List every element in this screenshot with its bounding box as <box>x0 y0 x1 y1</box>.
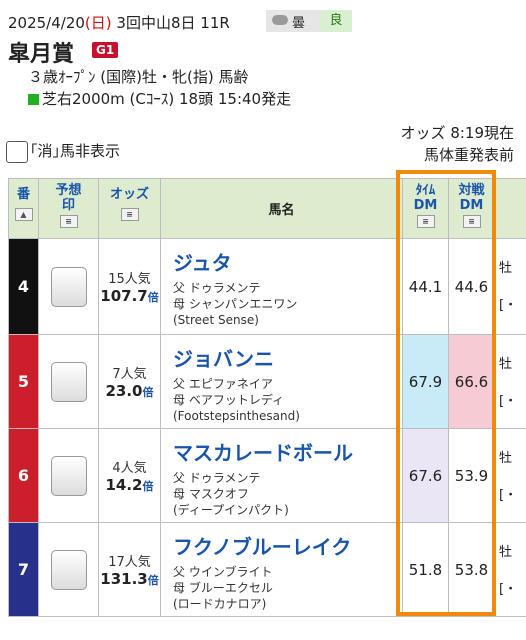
odds-cell: 15人気 107.7倍 <box>98 238 161 335</box>
mark-cell <box>38 238 99 335</box>
odds-value: 23.0 <box>105 382 143 400</box>
sire: 父 エピファネイア <box>173 377 273 391</box>
broodmare-sire: (Street Sense) <box>173 313 259 327</box>
turf-icon <box>28 94 39 105</box>
sort-asc-icon[interactable]: ▲ <box>14 208 33 221</box>
sex-cell: 牡 [・ <box>494 238 526 335</box>
race-weekday: (日) <box>84 14 112 32</box>
col-time-dm-header[interactable]: ﾀｲﾑDM ≡ <box>402 178 449 239</box>
odds-value: 131.3 <box>100 570 148 588</box>
horse-name-link[interactable]: ジョバンニ <box>173 343 402 372</box>
horse-cell: マスカレードボール父 ドゥラメンテ母 マスクオフ (ディープインパクト) <box>160 428 403 523</box>
sex-cell: 牡 [・ <box>494 428 526 523</box>
horse-cell: ジョバンニ父 エピファネイア母 ベアフットレディ (Footstepsinthes… <box>160 334 403 429</box>
table-row: 4 15人気 107.7倍 ジュタ父 ドゥラメンテ母 シャンパンエニワン (Stre… <box>8 238 526 335</box>
odds-cell: 4人気 14.2倍 <box>98 428 161 523</box>
col-odds-header[interactable]: オッズ ≡ <box>98 178 161 239</box>
col-match-dm-header[interactable]: 対戦DM ≡ <box>448 178 495 239</box>
ground-condition: 良 <box>320 10 352 32</box>
time-dm: 51.8 <box>402 522 449 617</box>
prediction-mark-button[interactable] <box>50 266 87 307</box>
hide-scratched-toggle[interactable]: ｢消｣馬非表示 <box>6 140 120 163</box>
match-dm: 44.6 <box>448 238 495 335</box>
prediction-mark-button[interactable] <box>50 361 87 402</box>
dam: 母 ブルーエクセル <box>173 581 273 595</box>
broodmare-sire: (Footstepsinthesand) <box>173 409 300 423</box>
col-num-header[interactable]: 番 ▲ <box>8 178 39 239</box>
weight-status: 馬体重発表前 <box>423 146 514 164</box>
popularity: 15人気 <box>108 272 151 287</box>
broodmare-sire: (ディープインパクト) <box>173 503 289 517</box>
time-dm: 67.6 <box>402 428 449 523</box>
odds-value: 107.7 <box>100 287 148 305</box>
cloud-icon <box>272 15 288 25</box>
sire: 父 ドゥラメンテ <box>173 471 261 485</box>
horse-number: 6 <box>8 428 39 523</box>
time-dm: 67.9 <box>402 334 449 429</box>
horse-cell: ジュタ父 ドゥラメンテ母 シャンパンエニワン (Street Sense) <box>160 238 403 335</box>
race-title: 皐月賞 <box>8 42 75 67</box>
sire: 父 ウインブライト <box>173 565 273 579</box>
race-meeting: 3回中山8日 <box>116 14 196 32</box>
odds-cell: 7人気 23.0倍 <box>98 334 161 429</box>
horse-name-link[interactable]: フクノブルーレイク <box>173 531 402 560</box>
horse-name-link[interactable]: マスカレードボール <box>173 437 402 466</box>
race-conditions: ３歳ｵｰﾌﾟﾝ (国際)牡・牝(指) 馬齢 <box>28 68 249 86</box>
popularity: 17人気 <box>108 555 151 570</box>
col-extra-header <box>494 178 526 239</box>
horse-number: 4 <box>8 238 39 335</box>
horse-number: 7 <box>8 522 39 617</box>
col-mark-header[interactable]: 予想印 ≡ <box>38 178 99 239</box>
menu-icon[interactable]: ≡ <box>59 215 78 228</box>
dam: 母 シャンパンエニワン <box>173 297 298 311</box>
sire: 父 ドゥラメンテ <box>173 281 261 295</box>
broodmare-sire: (ロードカナロア) <box>173 597 267 611</box>
mark-cell <box>38 334 99 429</box>
sex-cell: 牡 [・ <box>494 334 526 429</box>
table-row: 5 7人気 23.0倍 ジョバンニ父 エピファネイア母 ベアフットレディ (Foot… <box>8 334 526 429</box>
odds-cell: 17人気 131.3倍 <box>98 522 161 617</box>
odds-timestamp: オッズ 8:19現在 <box>400 124 514 142</box>
table-row: 6 4人気 14.2倍 マスカレードボール父 ドゥラメンテ母 マスクオフ (ディープ… <box>8 428 526 523</box>
entries-table: 番 ▲ 予想印 ≡ オッズ ≡ 馬名 ﾀｲﾑDM ≡ 対戦DM ≡ 4 15人気 107.7… <box>8 178 526 617</box>
prediction-mark-button[interactable] <box>50 549 87 590</box>
match-dm: 53.9 <box>448 428 495 523</box>
match-dm: 66.6 <box>448 334 495 429</box>
table-row: 7 17人気 131.3倍 フクノブルーレイク父 ウインブライト母 ブルーエクセル… <box>8 522 526 617</box>
popularity: 7人気 <box>112 367 147 382</box>
odds-value: 14.2 <box>105 476 143 494</box>
time-dm: 44.1 <box>402 238 449 335</box>
hide-scratched-label: ｢消｣馬非表示 <box>30 142 121 160</box>
mark-cell <box>38 522 99 617</box>
menu-icon[interactable]: ≡ <box>120 208 139 221</box>
race-date: 2025/4/20 <box>8 14 85 32</box>
popularity: 4人気 <box>112 461 147 476</box>
race-course: 芝右2000m (Cｺｰｽ) 18頭 15:40発走 <box>28 88 291 109</box>
horse-cell: フクノブルーレイク父 ウインブライト母 ブルーエクセル (ロードカナロア) <box>160 522 403 617</box>
race-number: 11R <box>200 14 230 32</box>
prediction-mark-button[interactable] <box>50 455 87 496</box>
weather-ground-badge: 曇 良 <box>266 10 352 32</box>
match-dm: 53.8 <box>448 522 495 617</box>
grade-badge: G1 <box>92 42 119 58</box>
menu-icon[interactable]: ≡ <box>416 215 435 228</box>
dam: 母 マスクオフ <box>173 487 249 501</box>
mark-cell <box>38 428 99 523</box>
sex-cell: 牡 [・ <box>494 522 526 617</box>
dam: 母 ベアフットレディ <box>173 393 284 407</box>
col-name-header: 馬名 <box>160 178 403 239</box>
race-date-line: 2025/4/20(日) 3回中山8日 11R <box>8 12 230 33</box>
hide-scratched-checkbox[interactable] <box>6 140 28 163</box>
menu-icon[interactable]: ≡ <box>462 215 481 228</box>
horse-number: 5 <box>8 334 39 429</box>
horse-name-link[interactable]: ジュタ <box>173 247 402 276</box>
weather-label: 曇 <box>292 16 306 31</box>
